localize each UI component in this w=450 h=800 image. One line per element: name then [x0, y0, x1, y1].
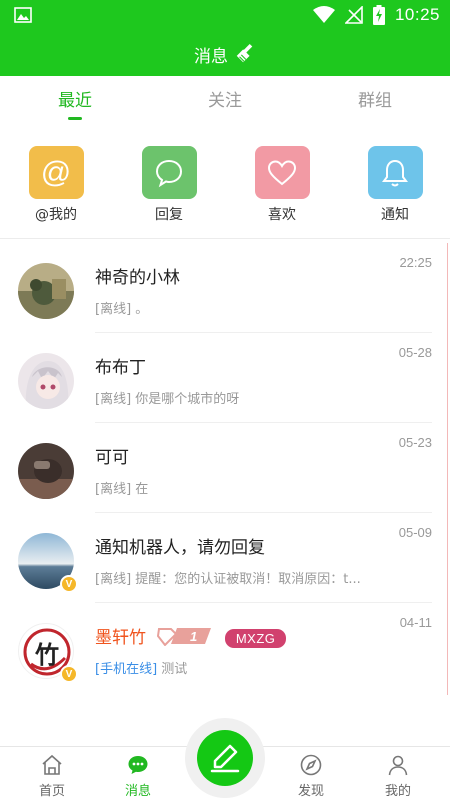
vip-level-number: 1: [190, 629, 197, 644]
scroll-indicator: [447, 243, 448, 695]
wifi-icon: [312, 6, 335, 23]
action-replies[interactable]: 回复: [129, 146, 209, 224]
avatar: [18, 263, 74, 319]
nav-discover[interactable]: 发现: [281, 753, 341, 799]
tab-groups[interactable]: 群组: [300, 76, 450, 124]
presence-status: [离线]: [95, 482, 132, 497]
compose-button[interactable]: [197, 730, 253, 786]
home-icon: [42, 754, 62, 775]
last-message: 测试: [161, 662, 188, 677]
message-date: 22:25: [399, 255, 432, 270]
tab-bar: 最近 关注 群组: [0, 76, 450, 124]
speech-bubble-icon: [155, 159, 183, 187]
chat-icon: [128, 756, 148, 774]
nav-label: 发现: [297, 784, 324, 799]
notice-tile: [367, 146, 423, 199]
mention-tile: @: [28, 146, 84, 199]
nav-messages[interactable]: 消息: [108, 753, 168, 799]
verified-badge: V: [60, 665, 78, 683]
presence-status: [离线]: [95, 302, 132, 317]
presence-status: [手机在线]: [95, 662, 158, 677]
contact-name: 可可: [95, 448, 129, 468]
tab-label: 群组: [358, 91, 392, 111]
status-bar: 10:25: [0, 0, 450, 32]
message-preview: [手机在线] 测试: [95, 658, 375, 677]
action-label: @我的: [35, 207, 77, 223]
user-tag: MXZG: [224, 628, 287, 648]
nav-label: 消息: [124, 784, 151, 799]
nav-profile[interactable]: 我的: [368, 753, 428, 799]
action-likes[interactable]: 喜欢: [242, 146, 322, 224]
message-preview: [离线] 提醒：您的认证被取消！取消原因：t...: [95, 568, 375, 587]
message-date: 05-23: [398, 435, 432, 450]
quick-actions: @ @我的 回复 喜欢 通知: [0, 146, 450, 230]
section-divider: [0, 238, 450, 239]
avatar: [18, 353, 74, 409]
presence-status: [离线]: [95, 572, 132, 587]
action-label: 喜欢: [268, 207, 296, 223]
tab-indicator: [68, 117, 82, 120]
page-title: 消息: [194, 46, 228, 67]
image-notification-icon: [14, 7, 32, 23]
message-preview: [离线] 你是哪个城市的呀: [95, 388, 375, 407]
message-date: 05-28: [398, 345, 432, 360]
nav-label: 首页: [38, 784, 65, 799]
contact-name-row: 墨轩竹 1 MXZG: [95, 623, 287, 651]
last-message: 在: [135, 482, 149, 497]
action-notifications[interactable]: 通知: [355, 146, 435, 224]
conversation-item[interactable]: 布布丁 05-28 [离线] 你是哪个城市的呀: [0, 333, 450, 423]
user-icon: [388, 755, 408, 776]
like-tile: [254, 146, 310, 199]
no-signal-icon: [344, 6, 363, 24]
tab-label: 关注: [208, 91, 242, 111]
message-date: 04-11: [399, 615, 432, 630]
at-sign-icon: @: [40, 155, 72, 189]
message-date: 05-09: [398, 525, 432, 540]
contact-name: 墨轩竹: [95, 628, 146, 648]
avatar: [18, 443, 74, 499]
verified-badge: V: [60, 575, 78, 593]
action-label: 回复: [155, 207, 183, 223]
message-preview: [离线] 。: [95, 298, 375, 317]
vip-level-badge: 1: [157, 626, 212, 651]
presence-status: [离线]: [95, 392, 132, 407]
action-label: 通知: [381, 207, 409, 223]
conversation-item[interactable]: V 通知机器人，请勿回复 05-09 [离线] 提醒：您的认证被取消！取消原因：…: [0, 513, 450, 603]
nav-home[interactable]: 首页: [22, 753, 82, 799]
contact-name: 神奇的小林: [95, 268, 180, 288]
app-bar: 消息: [0, 32, 450, 76]
clock: 10:25: [394, 5, 440, 24]
compass-icon: [300, 754, 322, 776]
last-message: 。: [135, 302, 149, 317]
edit-pencil-icon: [210, 744, 240, 773]
bell-icon: [382, 159, 408, 186]
tab-recent[interactable]: 最近: [0, 76, 150, 124]
tab-label: 最近: [58, 91, 92, 111]
last-message: 提醒：您的认证被取消！取消原因：t...: [135, 572, 361, 587]
conversation-list: 神奇的小林 22:25 [离线] 。 布布丁 05-28 [离线] 你是哪个城市…: [0, 243, 450, 693]
clear-broom-icon[interactable]: [234, 43, 256, 65]
message-preview: [离线] 在: [95, 478, 375, 497]
reply-tile: [141, 146, 197, 199]
battery-charging-icon: [372, 5, 385, 25]
conversation-item[interactable]: 神奇的小林 22:25 [离线] 。: [0, 243, 450, 333]
action-mentions[interactable]: @ @我的: [16, 146, 96, 224]
conversation-item[interactable]: 可可 05-23 [离线] 在: [0, 423, 450, 513]
heart-icon: [267, 159, 297, 185]
last-message: 你是哪个城市的呀: [135, 392, 240, 407]
conversation-item[interactable]: 竹 V 墨轩竹 1 MXZG 04-11 [手机在线] 测试: [0, 603, 450, 693]
tab-following[interactable]: 关注: [150, 76, 300, 124]
nav-label: 我的: [384, 784, 411, 799]
contact-name: 布布丁: [95, 358, 146, 378]
contact-name: 通知机器人，请勿回复: [95, 538, 265, 558]
